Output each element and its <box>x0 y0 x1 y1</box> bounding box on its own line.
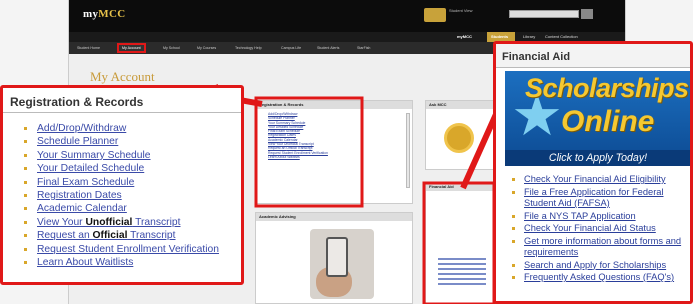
tab-library[interactable]: Library <box>523 34 535 39</box>
link-waitlists[interactable]: Learn About Waitlists <box>24 256 241 269</box>
page-title: My Account <box>90 69 155 84</box>
scholarships-banner[interactable]: ★ Scholarships Online Click to Apply Tod… <box>505 71 690 166</box>
registration-callout-title: Registration & Records <box>3 88 241 113</box>
banner-scholarships-text: Scholarships <box>525 73 689 103</box>
student-view-label: Student View <box>449 8 473 13</box>
mini-link-line[interactable] <box>438 273 486 275</box>
financial-aid-callout-title: Financial Aid <box>496 44 690 68</box>
tab-mymcc[interactable]: myMCC <box>457 34 472 39</box>
link-aid-status[interactable]: Check Your Financial Aid Status <box>512 223 690 235</box>
link-add-drop-withdraw[interactable]: Add/Drop/Withdraw <box>24 122 241 135</box>
registration-panel-title: Registration & Records <box>256 101 412 109</box>
ask-mcc-title: Ask MCC <box>426 101 496 109</box>
mini-link-line[interactable] <box>438 278 486 280</box>
mini-link-line[interactable] <box>438 268 486 270</box>
mini-link-line[interactable] <box>438 258 486 260</box>
mini-link-line[interactable] <box>438 283 486 285</box>
search-input[interactable] <box>509 10 579 18</box>
link-final-exam-schedule[interactable]: Final Exam Schedule <box>24 176 241 189</box>
registration-link-list: Add/Drop/Withdraw Schedule Planner Your … <box>3 113 241 269</box>
link-enrollment-verification[interactable]: Request Student Enrollment Verification <box>24 243 241 256</box>
nav-my-account[interactable]: My Account <box>117 43 146 53</box>
link-summary-schedule[interactable]: Your Summary Schedule <box>24 149 241 162</box>
registration-panel: Registration & Records Add/Drop/Withdraw… <box>255 100 413 204</box>
banner-online-text: Online <box>561 105 655 138</box>
link-academic-calendar[interactable]: Academic Calendar <box>24 202 241 215</box>
financial-aid-mini-panel: Financial Aid <box>425 182 497 304</box>
student-view-icon[interactable] <box>424 8 446 22</box>
nav-my-school[interactable]: My School <box>163 46 180 50</box>
ask-mcc-panel: Ask MCC <box>425 100 497 170</box>
financial-aid-mini-links <box>438 255 486 288</box>
mini-link-line[interactable] <box>438 263 486 265</box>
registration-callout: Registration & Records Add/Drop/Withdraw… <box>0 85 244 285</box>
nav-student-home[interactable]: Student Home <box>77 46 100 50</box>
link-forms-requirements[interactable]: Get more information about forms and req… <box>512 236 690 259</box>
mini-link[interactable]: Learn About Waitlists <box>268 155 412 159</box>
financial-aid-callout: Financial Aid ★ Scholarships Online Clic… <box>493 41 693 304</box>
nav-technology-help[interactable]: Technology Help <box>235 46 262 50</box>
link-fafsa[interactable]: File a Free Application for Federal Stud… <box>512 187 690 210</box>
advising-panel: Academic Advising <box>255 212 413 304</box>
link-aid-eligibility[interactable]: Check Your Financial Aid Eligibility <box>512 174 690 186</box>
phone-icon <box>326 237 348 277</box>
search-button[interactable] <box>581 9 593 19</box>
nav-campus-life[interactable]: Campus Life <box>281 46 301 50</box>
scrollbar[interactable] <box>406 113 410 188</box>
link-schedule-planner[interactable]: Schedule Planner <box>24 135 241 148</box>
link-official-transcript[interactable]: Request an Official Transcript <box>24 229 241 242</box>
link-registration-dates[interactable]: Registration Dates <box>24 189 241 202</box>
tab-content-collection[interactable]: Content Collection <box>545 34 578 39</box>
financial-aid-mini-title: Financial Aid <box>426 183 496 191</box>
nav-my-courses[interactable]: My Courses <box>197 46 216 50</box>
registration-mini-list: Add/Drop/Withdraw Schedule Planner Your … <box>256 109 412 159</box>
link-unofficial-transcript[interactable]: View Your Unofficial Transcript <box>24 216 241 229</box>
nav-student-alerts[interactable]: Student Alerts <box>317 46 339 50</box>
link-tap-application[interactable]: File a NYS TAP Application <box>512 211 690 223</box>
banner-apply-button[interactable]: Click to Apply Today! <box>505 150 690 166</box>
financial-aid-link-list: Check Your Financial Aid Eligibility Fil… <box>496 166 690 284</box>
ask-mcc-badge-icon[interactable] <box>444 123 474 153</box>
link-faq[interactable]: Frequently Asked Questions (FAQ's) <box>512 272 690 284</box>
top-bar: myMCC Student View <box>69 0 625 32</box>
link-scholarships[interactable]: Search and Apply for Scholarships <box>512 260 690 272</box>
mymcc-logo[interactable]: myMCC <box>83 8 125 20</box>
advising-panel-title: Academic Advising <box>256 213 412 221</box>
nav-starfish[interactable]: StarFish <box>357 46 370 50</box>
link-detailed-schedule[interactable]: Your Detailed Schedule <box>24 162 241 175</box>
